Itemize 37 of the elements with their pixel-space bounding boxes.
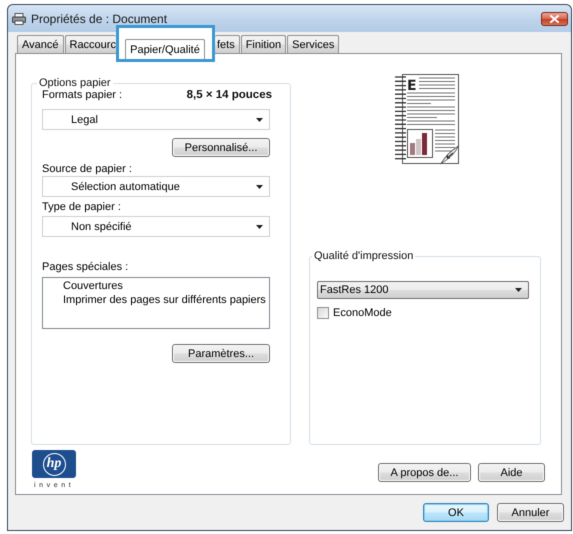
field-label: Formats papier : — [42, 89, 122, 101]
printer-icon — [12, 12, 26, 24]
logo-mark: hp — [32, 450, 76, 478]
group-title: Qualité d'impression — [313, 250, 414, 262]
tab[interactable]: fets — [214, 35, 240, 53]
group-title: Options papier — [38, 77, 112, 89]
tab[interactable]: Papier/Qualité — [125, 39, 205, 59]
caret-icon — [256, 224, 263, 228]
tab[interactable]: Services — [287, 35, 340, 53]
close-icon — [550, 14, 559, 22]
dropdown[interactable]: Non spécifié — [42, 216, 270, 237]
ok-button[interactable]: OK — [423, 503, 489, 522]
list-item[interactable]: Couvertures — [63, 279, 123, 293]
close-button[interactable] — [541, 12, 568, 26]
dropdown[interactable]: FastRes 1200 — [317, 281, 529, 299]
caret-icon — [515, 288, 522, 292]
list-item[interactable]: Imprimer des pages sur différents papiers — [63, 293, 266, 307]
paper-size-dimensions: 8,5 × 14 pouces — [186, 89, 272, 101]
about-button[interactable]: A propos de... — [378, 463, 471, 482]
cancel-button[interactable]: Annuler — [497, 503, 564, 522]
custom-size-button[interactable]: Personnalisé... — [172, 138, 270, 157]
help-button[interactable]: Aide — [478, 463, 545, 482]
tab[interactable]: Raccourc — [64, 35, 116, 53]
tab[interactable]: Avancé — [17, 35, 64, 53]
dropdown[interactable]: Sélection automatique — [42, 176, 270, 197]
drop-cap-letter: E — [407, 78, 417, 94]
settings-button[interactable]: Paramètres... — [172, 344, 270, 363]
field-label: Pages spéciales : — [42, 261, 128, 273]
tab[interactable]: Finition — [240, 35, 286, 53]
checkbox-label[interactable]: EconoMode — [333, 307, 392, 319]
checkbox[interactable] — [317, 307, 329, 319]
caret-icon — [256, 184, 263, 188]
dropdown[interactable]: Legal — [42, 109, 270, 130]
window-title: Propriétés de : Document — [31, 12, 168, 26]
field-label: Type de papier : — [42, 201, 121, 213]
caret-icon — [256, 118, 263, 122]
field-label: Source de papier : — [42, 163, 132, 175]
